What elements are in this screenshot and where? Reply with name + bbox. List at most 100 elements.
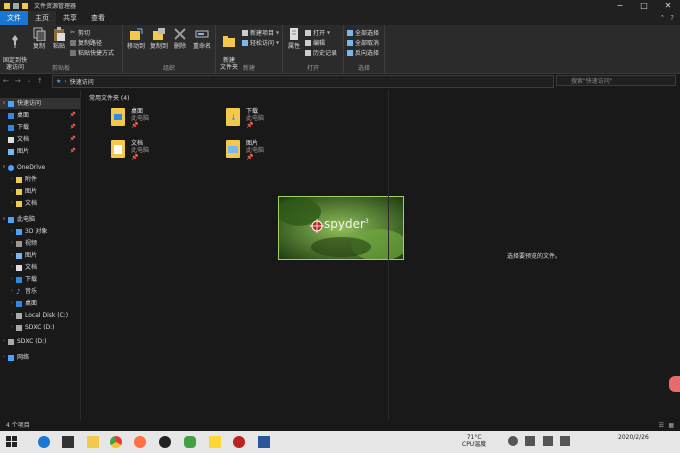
start-icon[interactable] <box>6 436 18 448</box>
floating-widget-icon[interactable] <box>669 376 680 392</box>
sidebar-item-sdxc[interactable]: › SDXC (D:) <box>0 336 47 347</box>
sidebar-item-od-documents[interactable]: › 文档 <box>8 198 37 209</box>
mail-icon[interactable] <box>62 436 74 448</box>
spyder-icon[interactable] <box>233 436 245 448</box>
folder-icon <box>4 2 10 9</box>
sidebar-item-pictures[interactable]: › 图片 <box>8 250 37 261</box>
edge-icon[interactable] <box>38 436 50 448</box>
network-icon <box>8 354 14 361</box>
chevron-right-icon[interactable]: › <box>8 238 16 249</box>
copy-button[interactable]: 复制 <box>30 27 48 50</box>
sidebar-item-qa-pictures[interactable]: 图片 📌 <box>8 146 80 157</box>
properties-button[interactable]: 属性 <box>285 27 303 50</box>
sidebar-item-network[interactable]: › 网络 <box>0 352 29 363</box>
chevron-right-icon[interactable]: › <box>8 286 16 297</box>
sidebar-item-sdxc-pc[interactable]: › SDXC (D:) <box>8 322 55 333</box>
chevron-right-icon[interactable]: › <box>8 262 16 273</box>
delete-button[interactable]: 删除 <box>172 27 188 50</box>
details-view-icon[interactable]: ☰ <box>659 420 664 431</box>
sidebar-item-qa-downloads[interactable]: 下载 📌 <box>8 122 80 133</box>
properties-icon[interactable] <box>13 2 19 9</box>
clock[interactable]: 2020/2/26 <box>618 434 649 441</box>
chevron-down-icon[interactable]: ∨ <box>0 214 8 225</box>
sidebar-item-qa-documents[interactable]: 文档 📌 <box>8 134 80 145</box>
chevron-right-icon[interactable]: › <box>8 174 16 185</box>
sidebar-item-videos[interactable]: › 视频 <box>8 238 37 249</box>
folder-item-documents[interactable]: 文档 此电脑 📌 <box>111 140 149 161</box>
cut-button[interactable]: ✂ 剪切 <box>70 28 90 37</box>
minimize-button[interactable]: − <box>608 0 632 11</box>
sidebar-item-onedrive[interactable]: ∨ OneDrive <box>0 162 45 173</box>
forward-icon[interactable]: → <box>12 77 24 85</box>
sidebar-item-od-attachments[interactable]: › 附件 <box>8 174 37 185</box>
tab-home[interactable]: 主页 <box>28 11 56 25</box>
battery-icon[interactable] <box>560 436 570 446</box>
chevron-right-icon[interactable]: › <box>8 198 16 209</box>
up-icon[interactable]: ↑ <box>34 77 46 85</box>
chevron-right-icon[interactable]: › <box>8 322 16 333</box>
chevron-down-icon[interactable]: ∨ <box>0 162 8 173</box>
sidebar-item-desktop[interactable]: › 桌面 <box>8 298 37 309</box>
sidebar-item-music[interactable]: › ♪ 音乐 <box>8 286 37 297</box>
close-button[interactable]: ✕ <box>656 0 680 11</box>
sidebar-item-qa-desktop[interactable]: 桌面 📌 <box>8 110 80 121</box>
sidebar-item-local-disk[interactable]: › Local Disk (C:) <box>8 310 68 321</box>
chevron-right-icon[interactable]: › <box>8 310 16 321</box>
back-icon[interactable]: ← <box>0 77 12 85</box>
sticky-notes-icon[interactable] <box>209 436 221 448</box>
chevron-right-icon[interactable]: › <box>8 186 16 197</box>
copy-to-button[interactable]: 复制到 <box>148 27 170 50</box>
chevron-right-icon[interactable]: › <box>0 336 8 347</box>
chevron-down-icon[interactable]: ∨ <box>0 98 8 109</box>
new-item-button[interactable]: 新建项目 ▼ <box>242 28 279 37</box>
wechat-icon[interactable] <box>184 436 196 448</box>
select-none-button[interactable]: 全部取消 <box>347 38 379 47</box>
collapse-ribbon-icon[interactable]: ⌃ <box>659 14 665 22</box>
file-explorer-icon[interactable] <box>87 436 99 448</box>
sidebar-item-3d-objects[interactable]: › 3D 对象 <box>8 226 47 237</box>
edit-button[interactable]: 编辑 <box>305 38 325 47</box>
folder-item-pictures[interactable]: 图片 此电脑 📌 <box>226 140 264 161</box>
easy-access-button[interactable]: 轻松访问 ▼ <box>242 38 279 47</box>
help-icon[interactable]: ? <box>670 14 674 22</box>
address-field[interactable]: ★ › 快速访问 <box>52 75 554 88</box>
sidebar-item-od-pictures[interactable]: › 图片 <box>8 186 37 197</box>
copy-path-button[interactable]: 复制路径 <box>70 38 102 47</box>
chevron-right-icon[interactable]: › <box>0 352 8 363</box>
cloud-icon <box>8 164 14 171</box>
paste-shortcut-button[interactable]: 粘贴快捷方式 <box>70 48 114 57</box>
select-all-button[interactable]: 全部选择 <box>347 28 379 37</box>
search-input[interactable]: 搜索"快速访问" <box>556 75 676 86</box>
chevron-right-icon[interactable]: › <box>8 274 16 285</box>
firefox-icon[interactable] <box>134 436 146 448</box>
folder-item-downloads[interactable]: ↓ 下载 此电脑 📌 <box>226 108 264 129</box>
history-button[interactable]: 历史记录 <box>305 48 337 57</box>
invert-selection-button[interactable]: 反向选择 <box>347 48 379 57</box>
volume-icon[interactable] <box>525 436 535 446</box>
sidebar-item-quick-access[interactable]: ∨ 快速访问 <box>0 98 80 109</box>
network-tray-icon[interactable] <box>508 436 518 446</box>
new-group-label: 新建 <box>242 65 255 72</box>
tab-file[interactable]: 文件 <box>0 11 28 25</box>
large-icons-view-icon[interactable]: ▦ <box>668 420 674 431</box>
chevron-right-icon[interactable]: › <box>8 226 16 237</box>
tab-share[interactable]: 共享 <box>56 11 84 25</box>
maximize-button[interactable]: □ <box>632 0 656 11</box>
sidebar-item-downloads[interactable]: › 下载 <box>8 274 37 285</box>
chevron-right-icon[interactable]: › <box>8 250 16 261</box>
tab-view[interactable]: 查看 <box>84 11 112 25</box>
move-to-button[interactable]: 移动到 <box>125 27 147 50</box>
qq-icon[interactable] <box>159 436 171 448</box>
ime-icon[interactable] <box>543 436 553 446</box>
word-icon[interactable] <box>258 436 270 448</box>
chrome-icon[interactable] <box>110 436 122 448</box>
folder-item-desktop[interactable]: 桌面 此电脑 📌 <box>111 108 149 129</box>
sidebar-item-documents[interactable]: › 文档 <box>8 262 37 273</box>
rename-button[interactable]: 重命名 <box>191 27 213 50</box>
sidebar-item-this-pc[interactable]: ∨ 此电脑 <box>0 214 35 225</box>
open-button[interactable]: 打开 ▼ <box>305 28 330 37</box>
chevron-right-icon[interactable]: › <box>8 298 16 309</box>
recent-locations-icon[interactable]: ⌄ <box>24 78 34 84</box>
new-folder-icon[interactable] <box>22 2 28 9</box>
paste-button[interactable]: 粘贴 <box>50 27 68 50</box>
